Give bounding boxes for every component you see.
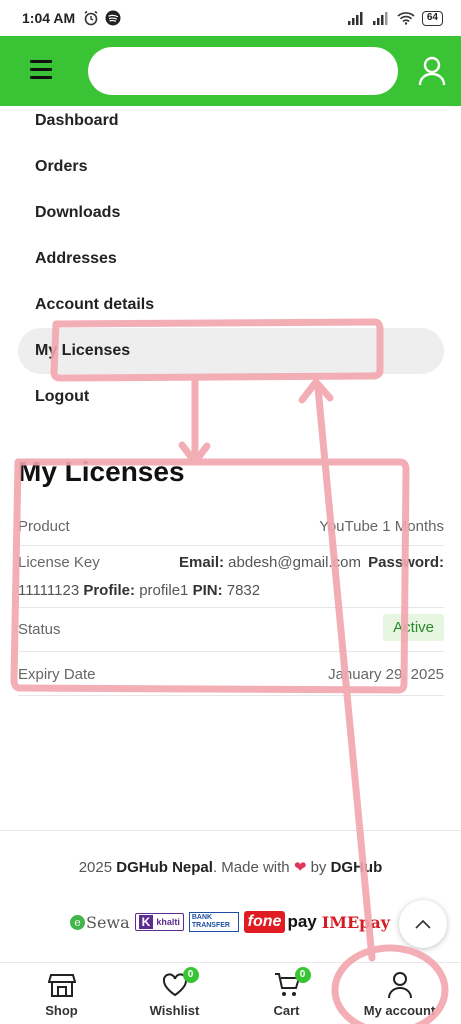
- menu-icon[interactable]: [30, 60, 52, 80]
- battery-icon: 64: [421, 10, 443, 26]
- bottom-nav-cart[interactable]: 0 Cart: [229, 963, 344, 1024]
- brand-link[interactable]: DGHub Nepal: [116, 859, 213, 876]
- chevron-up-icon: [415, 919, 431, 929]
- alarm-icon: [84, 10, 98, 26]
- esewa-logo: e Sewa: [70, 913, 130, 932]
- wifi-icon: [397, 12, 415, 25]
- profile-label: Profile:: [83, 582, 136, 599]
- table-row: Expiry Date January 29, 2025: [18, 652, 444, 696]
- product-value: YouTube 1 Months: [319, 518, 444, 535]
- license-key-line-1: Email: abdesh@gmail.com Password:: [179, 554, 444, 571]
- author-link[interactable]: DGHub: [331, 859, 383, 876]
- nav-item-downloads[interactable]: Downloads: [18, 190, 444, 236]
- nav-item-my-licenses[interactable]: My Licenses: [18, 328, 444, 374]
- pin-value: 7832: [226, 582, 261, 599]
- heart-icon: ❤: [293, 859, 307, 876]
- payment-logos: e Sewa Kkhalti BANK TRANSFER fone pay IMEp…: [70, 906, 390, 938]
- wishlist-count-badge: 0: [182, 967, 199, 983]
- status-bar: 1:04 AM 64: [0, 0, 461, 36]
- nav-item-dashboard[interactable]: Dashboard: [18, 98, 444, 144]
- bottom-navigation: Shop 0 Wishlist 0 Cart My account: [0, 962, 461, 1024]
- footer-divider: [0, 830, 461, 831]
- imepay-logo: IMEpay: [321, 912, 390, 932]
- site-header: [0, 36, 461, 106]
- expiry-value: January 29, 2025: [328, 666, 444, 683]
- bank-transfer-logo: BANK TRANSFER: [188, 912, 239, 932]
- password-value: 11111123: [18, 582, 80, 599]
- signal-icon-2: [372, 12, 388, 25]
- copyright: 2025 DGHub Nepal. Made with ❤ by DGHub: [78, 859, 383, 876]
- bottom-nav-my-account[interactable]: My account: [342, 963, 457, 1024]
- signal-icon: [347, 12, 363, 25]
- user-icon: [387, 972, 412, 999]
- scroll-to-top-button[interactable]: [399, 900, 447, 948]
- password-label: Password:: [368, 554, 444, 571]
- page-title: My Licenses: [18, 456, 185, 487]
- email-label: Email:: [178, 554, 224, 571]
- user-icon[interactable]: [418, 56, 446, 86]
- profile-value: profile1: [139, 582, 189, 599]
- expiry-label: Expiry Date: [18, 666, 96, 683]
- nav-item-addresses[interactable]: Addresses: [18, 236, 444, 282]
- khalti-logo: Kkhalti: [134, 913, 184, 931]
- pin-label: PIN:: [192, 582, 223, 599]
- search-input[interactable]: [88, 47, 398, 95]
- nav-item-logout[interactable]: Logout: [18, 374, 444, 420]
- table-row: License Key Email: abdesh@gmail.com Pass…: [18, 546, 444, 608]
- status-label: Status: [18, 621, 61, 638]
- status-time: 1:04 AM: [22, 10, 76, 26]
- cart-count-badge: 0: [294, 967, 311, 983]
- fonepay-logo: fone pay: [243, 911, 317, 933]
- email-value: abdesh@gmail.com: [228, 554, 361, 571]
- bottom-nav-wishlist[interactable]: 0 Wishlist: [117, 963, 232, 1024]
- shop-icon: [47, 974, 76, 997]
- table-row: Product YouTube 1 Months: [18, 508, 444, 546]
- license-key-label: License Key: [18, 554, 100, 571]
- bottom-nav-shop[interactable]: Shop: [4, 963, 119, 1024]
- license-key-line-2: 11111123 Profile: profile1 PIN: 7832: [18, 582, 260, 599]
- status-badge: Active: [383, 614, 444, 641]
- nav-item-orders[interactable]: Orders: [18, 144, 444, 190]
- table-row: Status Active: [18, 608, 444, 652]
- nav-item-account-details[interactable]: Account details: [18, 282, 444, 328]
- product-label: Product: [18, 518, 70, 535]
- spotify-icon: [105, 10, 121, 26]
